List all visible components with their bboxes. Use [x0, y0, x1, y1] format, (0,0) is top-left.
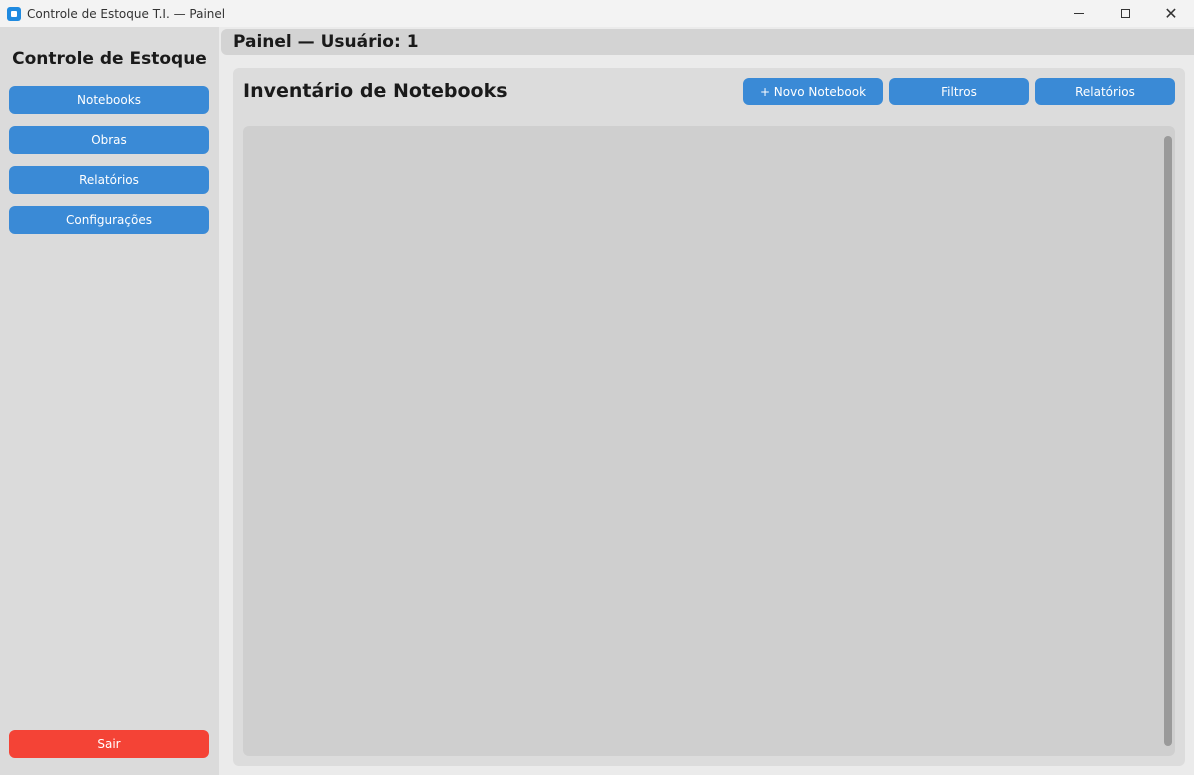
title-bar: Controle de Estoque T.I. — Painel ✕ [0, 0, 1194, 27]
reports-button[interactable]: Relatórios [1035, 78, 1175, 105]
close-button[interactable]: ✕ [1148, 0, 1194, 27]
maximize-button[interactable] [1102, 0, 1148, 27]
exit-button[interactable]: Sair [9, 730, 209, 758]
page-header: Painel — Usuário: 1 [221, 29, 1194, 55]
notebook-list[interactable] [243, 126, 1175, 756]
sidebar-item-configuracoes[interactable]: Configurações [9, 206, 209, 234]
list-scrollbar[interactable] [1164, 136, 1172, 746]
new-notebook-button[interactable]: + Novo Notebook [743, 78, 883, 105]
main-panel: Inventário de Notebooks + Novo Notebook … [233, 68, 1185, 766]
sidebar-item-relatorios[interactable]: Relatórios [9, 166, 209, 194]
minimize-icon [1074, 13, 1084, 14]
minimize-button[interactable] [1056, 0, 1102, 27]
window-controls: ✕ [1056, 0, 1194, 27]
sidebar: Controle de Estoque Notebooks Obras Rela… [0, 27, 219, 775]
close-icon: ✕ [1164, 3, 1178, 23]
app-icon [7, 6, 21, 21]
maximize-icon [1120, 9, 1130, 18]
sidebar-title: Controle de Estoque [12, 49, 207, 69]
page-title: Painel — Usuário: 1 [233, 32, 419, 52]
section-title: Inventário de Notebooks [243, 80, 508, 102]
sidebar-item-obras[interactable]: Obras [9, 126, 209, 154]
filters-button[interactable]: Filtros [889, 78, 1029, 105]
window-title: Controle de Estoque T.I. — Painel [27, 6, 226, 21]
sidebar-item-notebooks[interactable]: Notebooks [9, 86, 209, 114]
app-window: Controle de Estoque T.I. — Painel ✕ Cont… [0, 0, 1194, 775]
